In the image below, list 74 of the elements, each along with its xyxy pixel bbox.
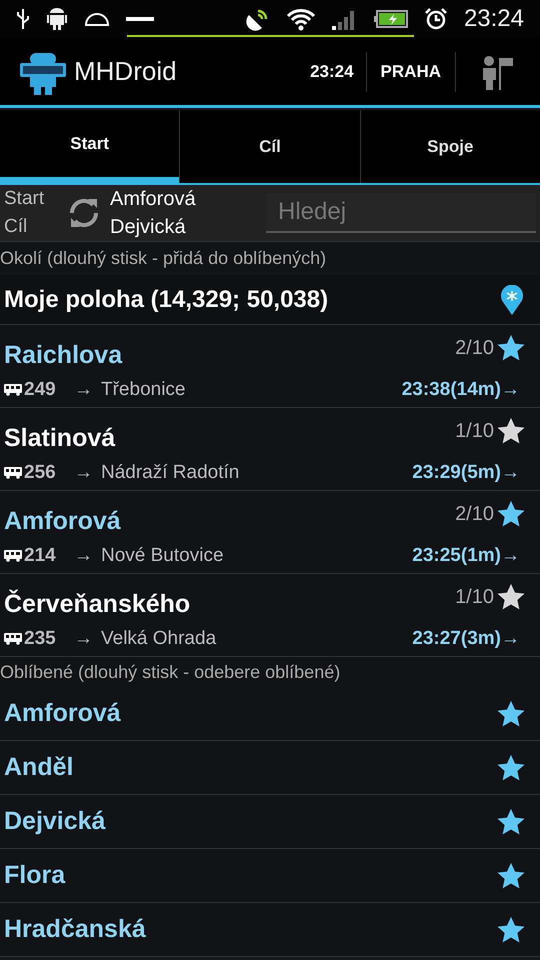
dash-icon <box>126 17 154 21</box>
destination: Nové Butovice <box>101 544 225 568</box>
bus-icon <box>4 384 22 396</box>
favorite-row[interactable]: Hradčanská <box>0 903 540 957</box>
dome-icon <box>84 11 110 27</box>
stop-row[interactable]: Slatinová 1/10 256 → Nádraží Radotín 23:29(5m)→ <box>0 408 540 491</box>
bus-icon <box>4 550 22 562</box>
star-icon[interactable] <box>496 499 526 529</box>
stop-name: Hradčanská <box>4 914 147 945</box>
arrow-icon: → <box>74 542 93 570</box>
departure-time[interactable]: 23:25(1m)→ <box>412 542 520 570</box>
person-flag-icon[interactable] <box>481 54 515 90</box>
app-title: MHDroid <box>74 55 177 88</box>
star-icon[interactable] <box>496 333 526 363</box>
location-pin-icon[interactable] <box>500 284 524 314</box>
end-stop: Dejvická <box>110 215 187 240</box>
stop-count: 2/10 <box>455 336 494 361</box>
favorite-row[interactable]: Dejvická <box>0 795 540 849</box>
clock: 23:24 <box>464 4 524 34</box>
star-icon[interactable] <box>496 582 526 612</box>
favorite-row[interactable]: Amforová <box>0 687 540 741</box>
arrow-icon: → <box>74 624 93 654</box>
favorite-row[interactable]: Flora <box>0 849 540 903</box>
stop-name: Slatinová <box>4 423 116 454</box>
stop-count: 2/10 <box>455 502 494 527</box>
destination: Nádraží Radotín <box>101 460 240 485</box>
city-button[interactable]: PRAHA <box>366 58 455 84</box>
stop-name: Anděl <box>4 752 74 783</box>
section-header: Oblíbené (dlouhý stisk - odebere oblíbené) <box>0 657 540 687</box>
star-icon[interactable] <box>496 416 526 446</box>
line-number: 214 <box>24 544 57 568</box>
line-number: 256 <box>24 460 57 485</box>
stop-name: Dejvická <box>4 806 106 837</box>
star-icon[interactable] <box>496 752 526 782</box>
star-icon[interactable] <box>496 698 526 728</box>
destination: Velká Ohrada <box>101 626 218 651</box>
end-label: Cíl <box>4 215 28 239</box>
usb-icon <box>16 7 30 31</box>
battery-icon <box>374 9 408 29</box>
stop-count: 1/10 <box>455 585 494 610</box>
arrow-icon: → <box>74 376 93 404</box>
stop-name: Červeňanského <box>4 588 192 620</box>
departure-time[interactable]: 23:29(5m)→ <box>412 458 520 488</box>
stop-name: Amforová <box>4 698 122 729</box>
stop-name: Flora <box>4 860 66 891</box>
tab[interactable]: Cíl <box>179 110 360 183</box>
alarm-icon <box>424 7 448 31</box>
search-field[interactable]: Hledej <box>266 193 536 233</box>
stop-row[interactable]: Amforová 2/10 214 → Nové Butovice 23:25(1m)→ <box>0 491 540 574</box>
tab[interactable]: Spoje <box>360 110 540 183</box>
current-time: 23:24 <box>309 60 355 83</box>
start-label: Start <box>4 187 46 211</box>
star-icon[interactable] <box>496 806 526 836</box>
destination: Třebonice <box>101 378 186 402</box>
stop-name: Amforová <box>4 506 122 537</box>
start-stop: Amforová <box>110 187 197 212</box>
departure-time[interactable]: 23:27(3m)→ <box>412 624 520 654</box>
arrow-icon: → <box>74 458 93 488</box>
bus-icon <box>4 467 22 479</box>
bus-icon <box>4 633 22 645</box>
line-number: 235 <box>24 626 57 651</box>
stop-count: 1/10 <box>455 419 494 444</box>
android-icon <box>46 7 68 31</box>
section-header: Okolí (dlouhý stisk - přidá do oblíbených) <box>0 241 540 275</box>
stop-row[interactable]: Červeňanského 1/10 235 → Velká Ohrada 23:27(3m)→ <box>0 574 540 657</box>
wifi-icon <box>286 7 316 31</box>
line-number: 249 <box>24 378 57 402</box>
departure-time[interactable]: 23:38(14m)→ <box>402 376 520 404</box>
star-icon[interactable] <box>496 860 526 890</box>
satellite-icon <box>246 7 270 31</box>
favorite-row[interactable]: Anděl <box>0 741 540 795</box>
stop-row[interactable]: Raichlova 2/10 249 → Třebonice 23:38(14m)→ <box>0 325 540 408</box>
stop-name: Raichlova <box>4 340 124 371</box>
star-icon[interactable] <box>496 914 526 944</box>
